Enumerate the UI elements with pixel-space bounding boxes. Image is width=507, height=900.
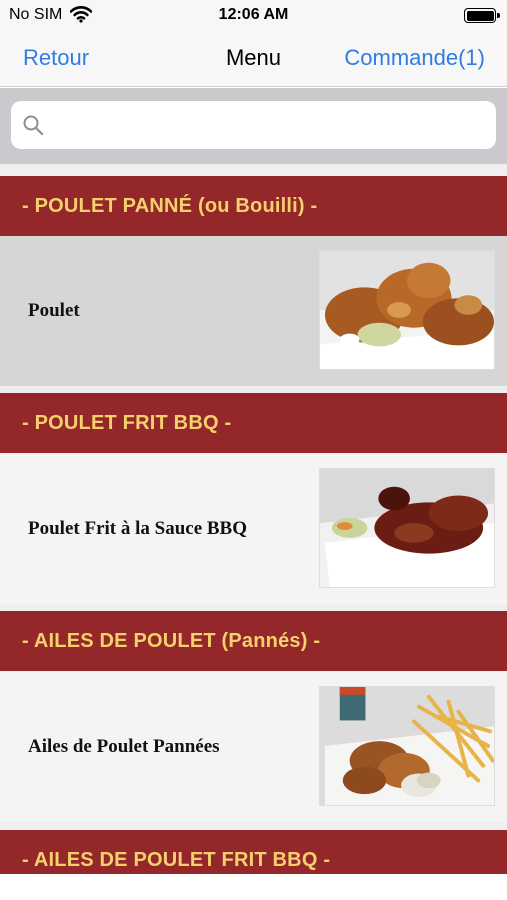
menu-item-label: Poulet (28, 300, 80, 321)
order-button[interactable]: Commande(1) (344, 45, 485, 71)
section-header-ailes-de-poulet-frit-bbq: - AILES DE POULET FRIT BBQ - (0, 830, 507, 874)
menu-item-poulet-frit-bbq[interactable]: Poulet Frit à la Sauce BBQ (0, 454, 507, 604)
menu-list[interactable]: - POULET PANNÉ (ou Bouilli) - Poulet - P… (0, 164, 507, 874)
menu-item-ailes-de-poulet[interactable]: Ailes de Poulet Pannées (0, 672, 507, 822)
chicken-wings-fries-photo (319, 686, 495, 806)
search-input[interactable] (53, 109, 483, 141)
battery-icon (464, 8, 500, 23)
section-title: - AILES DE POULET (Pannés) - (22, 630, 321, 652)
section-title: - POULET PANNÉ (ou Bouilli) - (22, 195, 318, 217)
section-title: - POULET FRIT BBQ - (22, 412, 232, 434)
menu-item-label: Ailes de Poulet Pannées (28, 736, 220, 757)
status-bar: No SIM 12:06 AM (0, 0, 507, 32)
bbq-chicken-photo (319, 468, 495, 588)
menu-item-poulet[interactable]: Poulet (0, 236, 507, 386)
search-field[interactable] (11, 101, 496, 149)
wifi-icon (70, 6, 92, 23)
menu-item-label: Poulet Frit à la Sauce BBQ (28, 518, 248, 539)
section-header-poulet-panne: - POULET PANNÉ (ou Bouilli) - (0, 176, 507, 236)
search-bar (0, 88, 507, 164)
section-title: - AILES DE POULET FRIT BBQ - (22, 849, 331, 871)
section-header-poulet-frit-bbq: - POULET FRIT BBQ - (0, 393, 507, 453)
carrier-label: No SIM (9, 6, 63, 23)
fried-chicken-photo (319, 250, 495, 370)
section-header-ailes-de-poulet: - AILES DE POULET (Pannés) - (0, 611, 507, 671)
bottom-safe-area (0, 874, 507, 900)
search-icon (23, 115, 44, 136)
navigation-bar: Retour Menu Commande(1) (0, 32, 507, 87)
back-button[interactable]: Retour (23, 45, 89, 71)
